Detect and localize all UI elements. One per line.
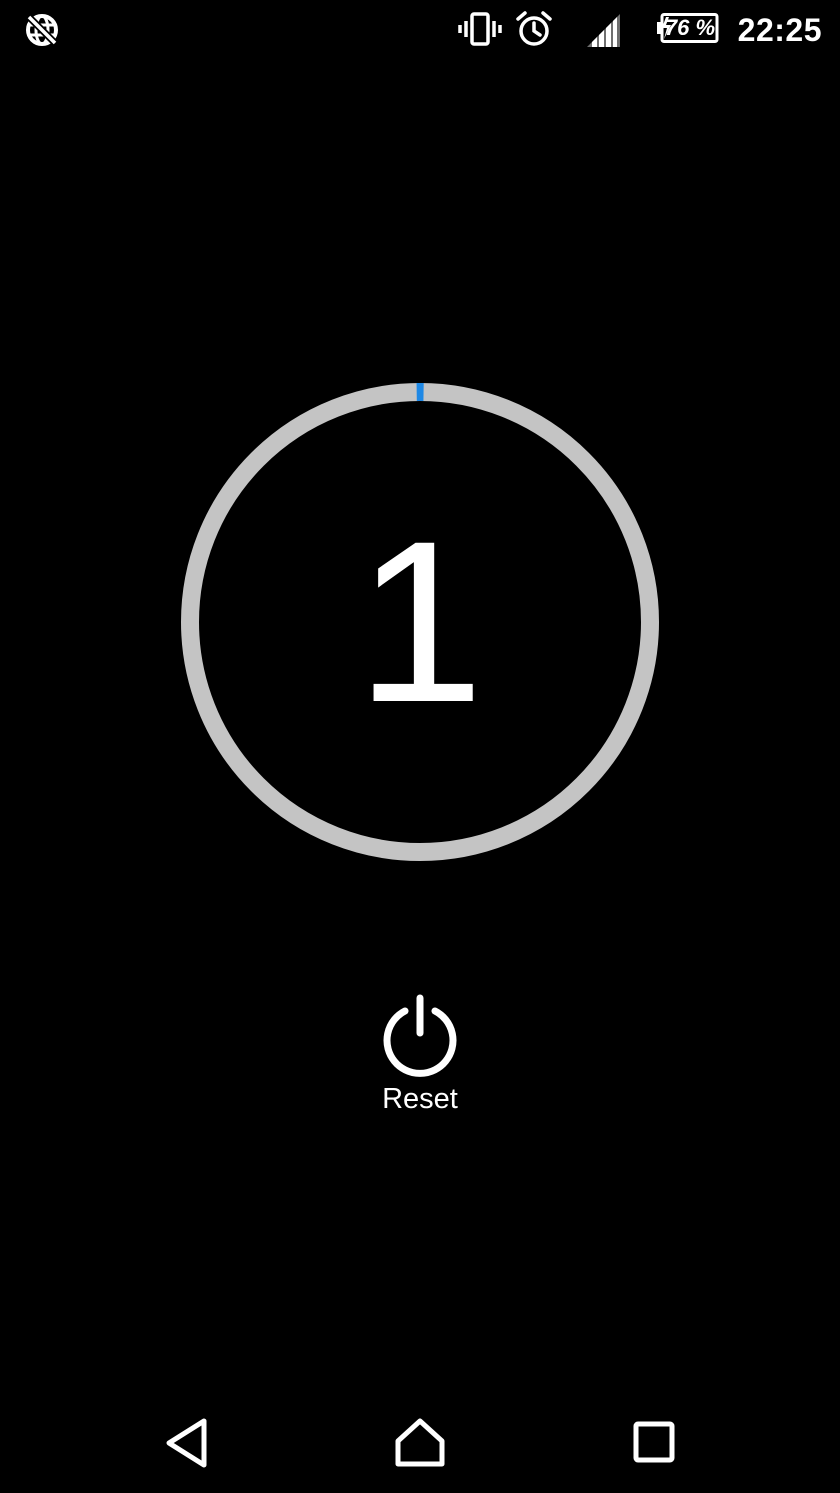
home-button[interactable]	[385, 1408, 455, 1478]
counter-dial[interactable]: 1	[181, 383, 659, 861]
status-bar: 76 % 22:25	[0, 0, 840, 60]
recents-icon	[633, 1421, 675, 1463]
counter-value: 1	[356, 493, 484, 750]
home-icon	[395, 1418, 445, 1467]
no-data-sync-icon	[26, 14, 58, 46]
alarm-clock-icon	[516, 11, 552, 46]
vibrate-icon	[458, 12, 502, 46]
signal-strength-icon	[587, 14, 620, 47]
back-icon	[166, 1418, 207, 1468]
recents-button[interactable]	[619, 1408, 689, 1478]
reset-label: Reset	[382, 1083, 458, 1115]
reset-button[interactable]: Reset	[350, 990, 490, 1120]
battery-percent: 76 %	[664, 15, 716, 40]
back-button[interactable]	[152, 1408, 222, 1478]
status-time: 22:25	[737, 12, 822, 48]
counter-screen: 76 % 22:25 1 Reset	[0, 0, 840, 1493]
power-icon	[383, 994, 457, 1077]
navigation-bar	[0, 1390, 840, 1493]
